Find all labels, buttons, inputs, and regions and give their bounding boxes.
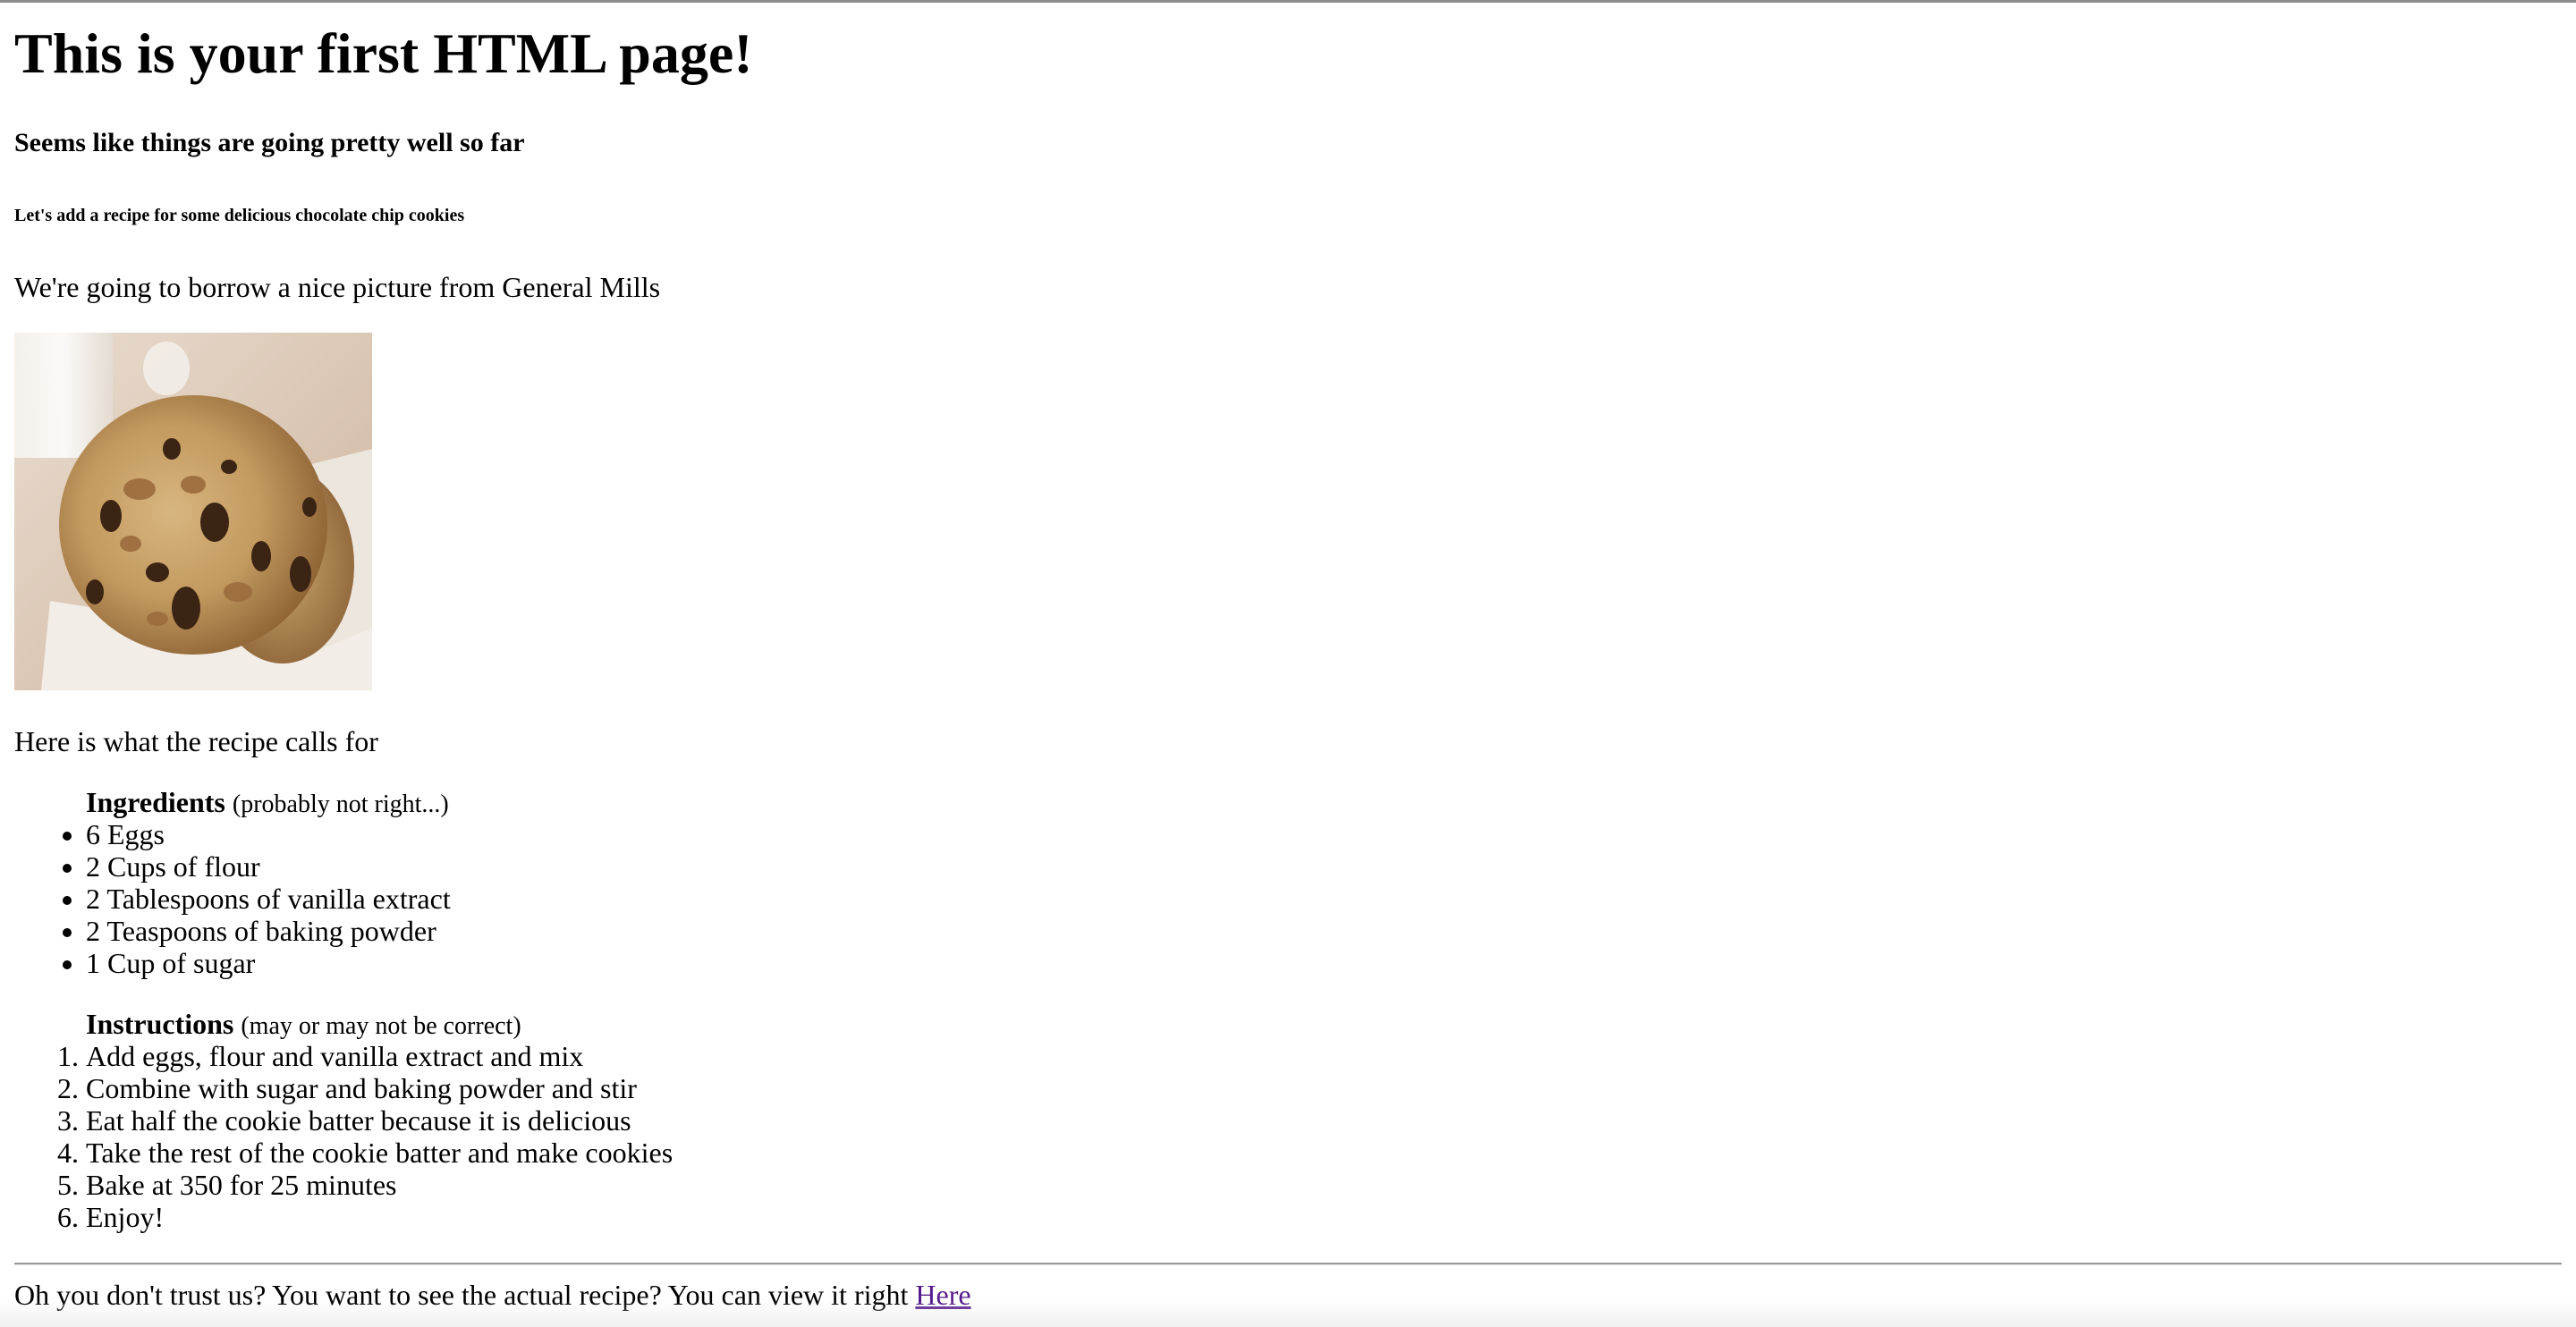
- instruction-step: Enjoy!: [86, 1201, 673, 1233]
- instructions-list: Add eggs, flour and vanilla extract and …: [14, 1040, 673, 1233]
- instructions-title: Instructions: [86, 1008, 234, 1040]
- instruction-step: Bake at 350 for 25 minutes: [86, 1169, 673, 1201]
- recipe-link[interactable]: Here: [915, 1279, 970, 1311]
- ingredients-title: Ingredients: [86, 786, 225, 818]
- instructions-caption: Instructions (may or may not be correct): [14, 1008, 673, 1040]
- instruction-step: Take the rest of the cookie batter and m…: [86, 1137, 673, 1169]
- cookie-image: [14, 333, 372, 690]
- ingredient-item: 1 Cup of sugar: [86, 947, 451, 979]
- instructions-section: Instructions (may or may not be correct)…: [14, 1008, 673, 1233]
- ingredient-item: 2 Tablespoons of vanilla extract: [86, 883, 451, 915]
- ingredients-note: (probably not right...): [232, 790, 449, 818]
- instruction-step: Add eggs, flour and vanilla extract and …: [86, 1040, 673, 1072]
- ingredients-caption: Ingredients (probably not right...): [14, 786, 451, 818]
- instructions-note: (may or may not be correct): [241, 1012, 521, 1040]
- top-border: [0, 0, 2576, 3]
- instruction-step: Combine with sugar and baking powder and…: [86, 1072, 673, 1104]
- footer-text: Oh you don't trust us? You want to see t…: [14, 1277, 971, 1313]
- instruction-step: Eat half the cookie batter because it is…: [86, 1104, 673, 1137]
- recipe-intro-heading: Let's add a recipe for some delicious ch…: [14, 206, 465, 225]
- ingredient-item: 6 Eggs: [86, 818, 451, 850]
- ingredients-section: Ingredients (probably not right...) 6 Eg…: [14, 786, 451, 979]
- page-subheading: Seems like things are going pretty well …: [14, 128, 525, 157]
- ingredient-item: 2 Teaspoons of baking powder: [86, 915, 451, 947]
- horizontal-rule: [14, 1263, 2562, 1265]
- footer-message: Oh you don't trust us? You want to see t…: [14, 1279, 909, 1311]
- page-title: This is your first HTML page!: [14, 21, 753, 85]
- ingredient-item: 2 Cups of flour: [86, 850, 451, 883]
- borrow-picture-text: We're going to borrow a nice picture fro…: [14, 271, 661, 303]
- recipe-calls-for-text: Here is what the recipe calls for: [14, 725, 378, 757]
- ingredients-list: 6 Eggs 2 Cups of flour 2 Tablespoons of …: [14, 818, 451, 979]
